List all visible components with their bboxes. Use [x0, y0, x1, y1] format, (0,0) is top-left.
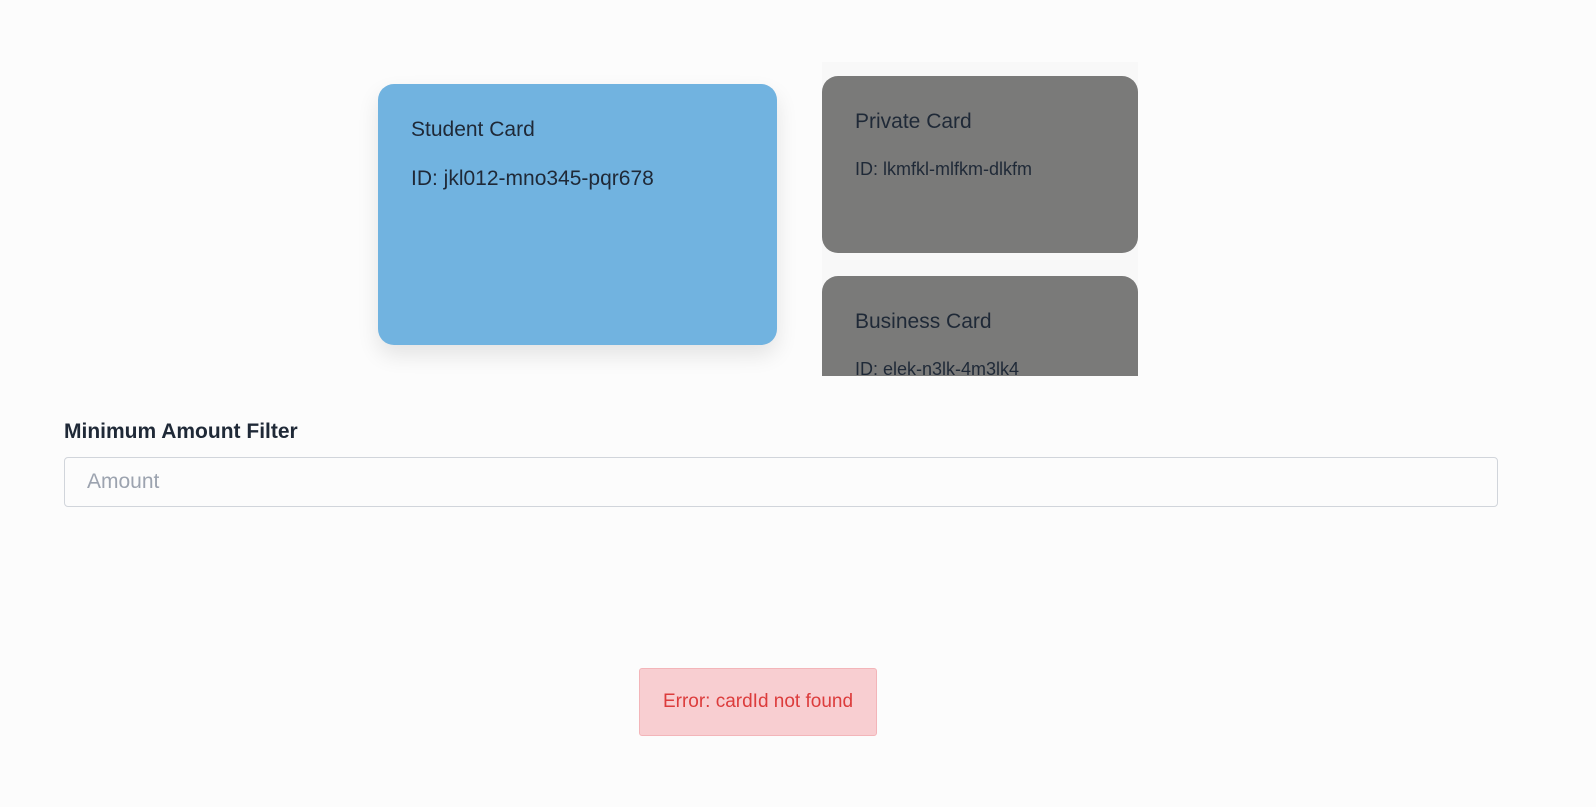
- card-item-private[interactable]: Private Card ID: lkmfkl-mlfkm-dlkfm: [822, 76, 1138, 253]
- card-item-id: ID: lkmfkl-mlfkm-dlkfm: [855, 159, 1032, 179]
- selected-card-id: ID: jkl012-mno345-pqr678: [411, 167, 654, 190]
- card-item-business[interactable]: Business Card ID: elek-n3lk-4m3lk4: [822, 276, 1138, 376]
- minimum-amount-filter-label: Minimum Amount Filter: [64, 420, 298, 443]
- card-item-name: Business Card: [855, 310, 992, 333]
- selected-card-name: Student Card: [411, 118, 535, 141]
- error-message: Error: cardId not found: [639, 668, 877, 736]
- card-list[interactable]: Private Card ID: lkmfkl-mlfkm-dlkfm Busi…: [822, 62, 1138, 376]
- card-item-id: ID: elek-n3lk-4m3lk4: [855, 359, 1020, 376]
- selected-card[interactable]: Student Card ID: jkl012-mno345-pqr678: [378, 84, 777, 345]
- card-item-name: Private Card: [855, 110, 972, 133]
- amount-input[interactable]: [64, 457, 1498, 507]
